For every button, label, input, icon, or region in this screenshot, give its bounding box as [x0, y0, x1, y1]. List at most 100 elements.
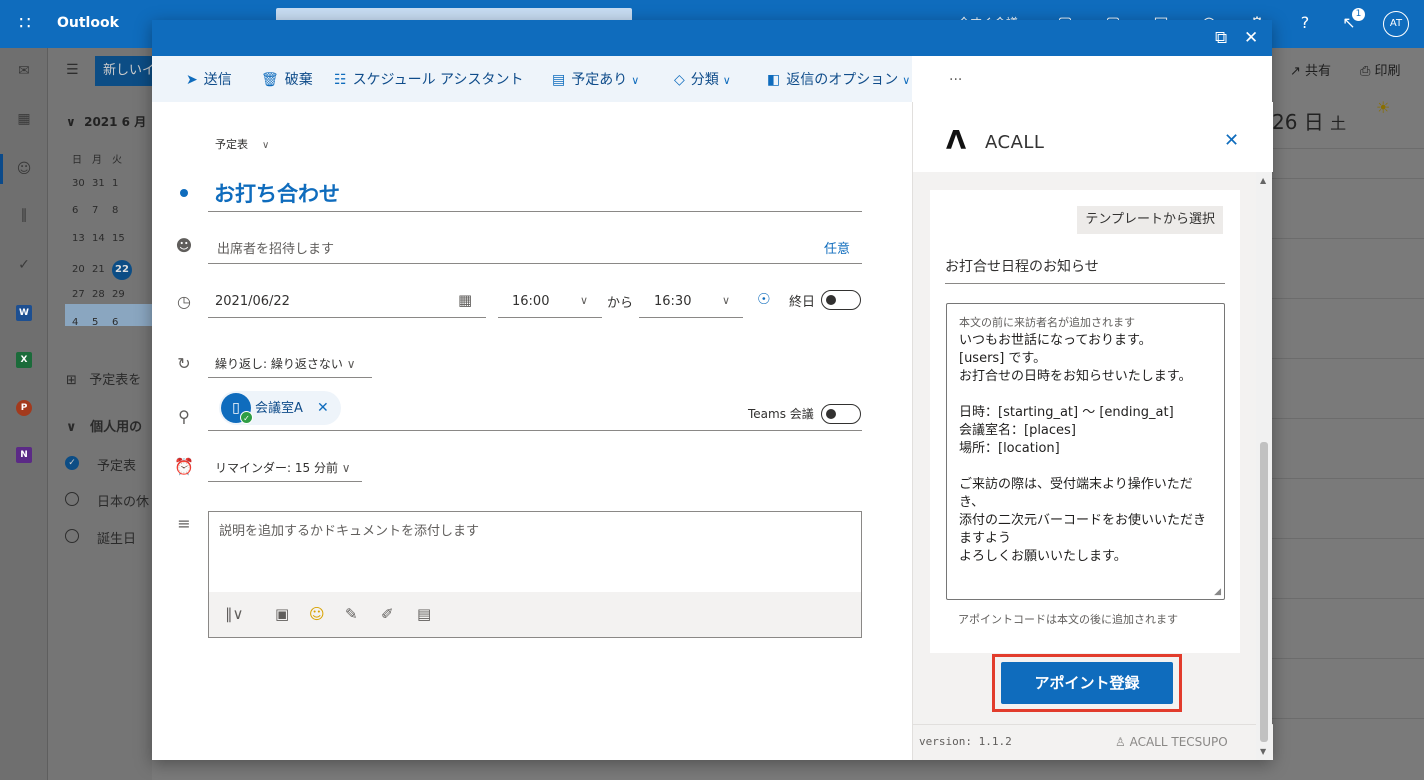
room-chip[interactable]: ▯ ✓ 会議室A ✕ [219, 391, 341, 425]
word-icon[interactable]: W [16, 305, 32, 321]
support-link[interactable]: ♙ ACALL TECSUPO [1115, 735, 1228, 749]
day-cell[interactable]: 15 [112, 233, 132, 244]
month-label: 2021 6 月 [84, 115, 147, 129]
time-zone-icon[interactable]: ☉ [757, 290, 770, 308]
addin-brand: ACALL [985, 132, 1045, 153]
new-event-button[interactable]: 新しいイ [95, 56, 155, 86]
categorize-dropdown[interactable]: ◇ 分類 ∨ [674, 70, 731, 90]
close-icon[interactable]: ✕ [1244, 27, 1258, 49]
share-button[interactable]: ↗ 共有 [1290, 60, 1331, 79]
trash-icon: 🗑 [261, 72, 279, 88]
app-launcher-icon[interactable]: ∷ [14, 13, 36, 35]
calendar-name[interactable]: 日本の休 [97, 491, 149, 510]
avatar[interactable]: AT [1383, 11, 1409, 37]
day-cell[interactable]: 21 [92, 264, 112, 275]
close-pane-icon[interactable]: ✕ [1224, 130, 1239, 151]
day-cell[interactable]: 30 [72, 178, 92, 189]
support-label: ACALL TECSUPO [1129, 735, 1228, 749]
mail-subject-input[interactable]: お打合せ日程のお知らせ [945, 256, 1225, 284]
chevron-down-icon: ∨ [722, 294, 731, 307]
image-icon[interactable]: ▣ [275, 604, 289, 624]
day-number: 26 日 [1272, 110, 1324, 134]
grid-line [1272, 718, 1424, 719]
show-as-dropdown[interactable]: ▤ 予定あり ∨ [552, 70, 639, 90]
day-cell[interactable]: 6 [112, 317, 132, 328]
mail-body-textarea[interactable]: 本文の前に来訪者名が追加されます いつもお世話になっております。 [users] … [946, 303, 1225, 600]
print-button[interactable]: ⎙ 印刷 [1360, 60, 1401, 79]
body-line [959, 458, 1212, 476]
day-cell[interactable]: 8 [112, 205, 132, 216]
optional-attendees-link[interactable]: 任意 [824, 238, 850, 257]
help-icon[interactable]: ? [1294, 12, 1316, 34]
day-cell[interactable]: 5 [92, 317, 112, 328]
powerpoint-icon[interactable]: P [16, 400, 32, 416]
day-cell[interactable]: 31 [92, 178, 112, 189]
pop-out-icon[interactable]: ⧉ [1215, 27, 1227, 49]
response-options-dropdown[interactable]: ◧ 返信のオプション ∨ [767, 70, 910, 90]
today-cell[interactable]: 22 [112, 260, 132, 280]
send-button[interactable]: ➤ 送信 [186, 70, 232, 90]
mini-calendar-month[interactable]: ∨ 2021 6 月 [66, 113, 146, 130]
highlight-icon[interactable]: ✎ [345, 604, 358, 624]
addin-scrollbar[interactable]: ▲ ▼ [1256, 172, 1272, 760]
more-options-button[interactable]: ··· [949, 70, 962, 90]
command-bar: ➤ 送信 🗑 破棄 ☷ スケジュール アシスタント ▤ 予定あり ∨ ◇ 分類 ∨ ◧ 返信のオ… [152, 56, 962, 102]
day-cell[interactable]: 7 [92, 205, 112, 216]
signature-icon[interactable]: ✐ [381, 604, 394, 624]
dialog-title-bar: ⧉ ✕ [152, 20, 1272, 56]
day-cell[interactable]: 29 [112, 289, 132, 300]
attach-icon[interactable]: ∥∨ [225, 604, 243, 624]
body-line: よろしくお願いいたします。 [959, 549, 1127, 564]
select-template-button[interactable]: テンプレートから選択 [1077, 206, 1223, 234]
people-icon[interactable]: ☺ [13, 158, 35, 180]
teams-meeting-toggle[interactable] [821, 404, 861, 424]
start-time-value: 16:00 [512, 294, 550, 309]
remove-room-icon[interactable]: ✕ [317, 400, 329, 416]
time-range-separator: から [607, 296, 634, 311]
calendar-name[interactable]: 予定表 [97, 455, 136, 474]
repeat-value: 繰り返し: 繰り返さない ∨ [215, 355, 355, 372]
body-line: 日時：[starting_at] ～ [ending_at] [959, 405, 1174, 420]
day-cell[interactable]: 4 [72, 317, 92, 328]
event-title-input[interactable]: お打ち合わせ [208, 176, 862, 212]
day-cell[interactable]: 20 [72, 264, 92, 275]
appointment-form-card: テンプレートから選択 お打合せ日程のお知らせ 本文の前に来訪者名が追加されます … [930, 190, 1240, 653]
description-icon: ≡ [177, 514, 191, 533]
my-calendars-group[interactable]: ∨ 個人用の [66, 416, 142, 435]
day-cell[interactable]: 27 [72, 289, 92, 300]
calendar-checkbox[interactable] [65, 529, 79, 543]
app-name[interactable]: Outlook [57, 15, 119, 31]
day-cell[interactable]: 6 [72, 205, 92, 216]
day-cell[interactable]: 28 [92, 289, 112, 300]
calendar-icon[interactable]: ▦ [13, 108, 35, 130]
day-cell[interactable]: 13 [72, 233, 92, 244]
checkmark-icon[interactable]: ✓ [13, 254, 35, 276]
scrollbar-thumb[interactable] [1260, 442, 1268, 742]
calendar-checkbox[interactable] [65, 492, 79, 506]
discard-button[interactable]: 🗑 破棄 [261, 70, 313, 90]
calendar-picker[interactable]: 予定表 ∨ [215, 136, 269, 152]
response-label: 返信のオプション [786, 72, 899, 88]
all-day-toggle[interactable] [821, 290, 861, 310]
add-calendar-label: 予定表を [89, 373, 142, 388]
mail-icon[interactable]: ✉ [13, 60, 35, 82]
hamburger-icon[interactable]: ☰ [66, 62, 79, 78]
register-appointment-button[interactable]: アポイント登録 [1001, 662, 1173, 704]
document-icon[interactable]: ▤ [417, 604, 431, 624]
calendar-name[interactable]: 誕生日 [97, 528, 136, 547]
day-cell[interactable]: 1 [112, 178, 132, 189]
scroll-down-icon[interactable]: ▼ [1260, 747, 1266, 756]
resize-grip-icon[interactable]: ◢ [1214, 587, 1221, 597]
emoji-icon[interactable]: ☺ [309, 604, 325, 624]
description-editor[interactable]: 説明を追加するかドキュメントを添付します ∥∨ ▣ ☺ ✎ ✐ ▤ [208, 511, 862, 638]
onenote-icon[interactable]: N [16, 447, 32, 463]
date-picker-icon[interactable]: ▦ [458, 291, 472, 309]
day-cell[interactable]: 14 [92, 233, 112, 244]
scheduling-assistant-button[interactable]: ☷ スケジュール アシスタント [334, 70, 523, 90]
paperclip-icon[interactable]: ∥ [13, 204, 35, 226]
excel-icon[interactable]: X [16, 352, 32, 368]
teams-meeting-label: Teams 会議 [748, 407, 814, 421]
calendar-checkbox[interactable]: ✓ [65, 456, 79, 470]
scroll-up-icon[interactable]: ▲ [1260, 176, 1266, 185]
add-calendar-button[interactable]: ⊞ 予定表を [66, 369, 141, 388]
